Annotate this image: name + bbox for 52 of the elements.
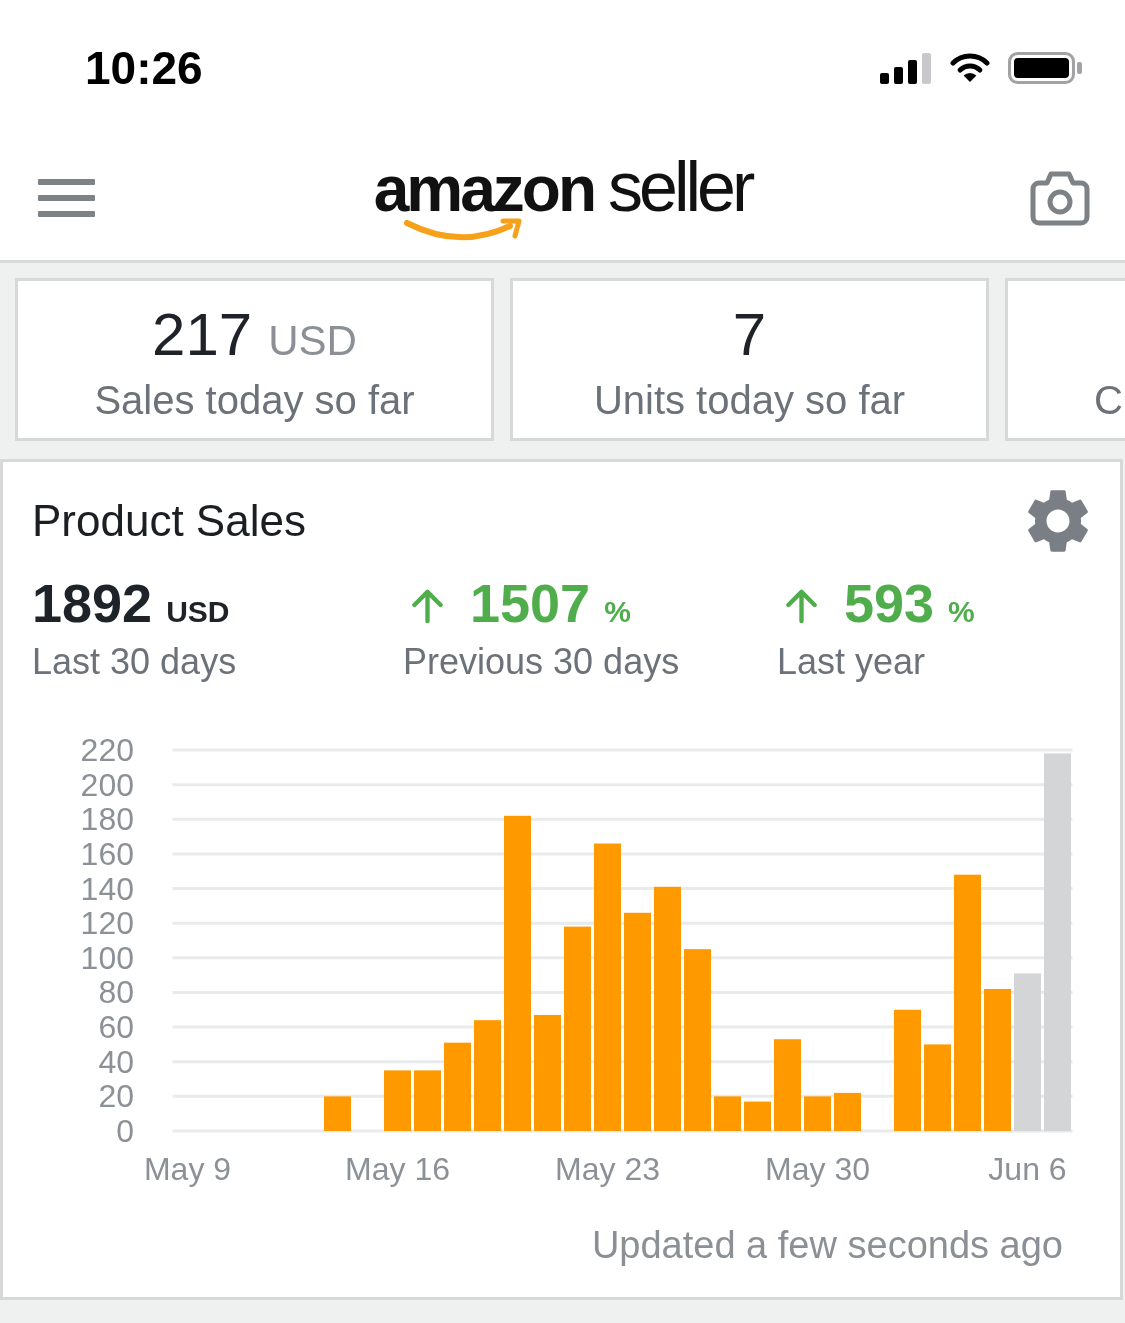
stat-unit: USD [166,594,230,630]
y-axis-label: 20 [98,1078,134,1115]
arrow-up-icon [784,589,819,623]
stat-label: Last 30 days [32,644,237,680]
arrow-up-icon [410,589,445,623]
x-axis-label: May 9 [143,1151,232,1187]
stat-unit: % [604,594,631,630]
chart-bar [324,1096,351,1131]
stat-label: Last year [777,644,926,680]
y-axis-label: 160 [80,835,134,872]
x-axis-label: Jun 6 [988,1151,1067,1187]
logo-brand-text: amazon [373,154,594,224]
y-axis-label: 0 [116,1113,134,1149]
x-axis-label: May 16 [345,1151,450,1187]
x-axis-label: May 30 [765,1151,870,1187]
y-axis-label: 80 [98,974,134,1011]
y-axis-label: 120 [80,905,134,942]
y-axis-label: 200 [80,766,134,803]
stat-value: 1892 [32,576,153,630]
signal-icon [880,52,932,84]
card-value: 217 [152,301,253,368]
updated-text: Updated a few seconds ago [591,1226,1063,1264]
logo-product-text: seller [608,152,752,222]
y-axis-label: 40 [98,1043,134,1080]
stat-value: 1507 [470,576,591,630]
card-label: Units today so far [593,380,906,420]
panel-title: Product Sales [32,499,306,543]
card-label: Sales today so far [94,380,415,420]
battery-icon [1008,52,1082,84]
menu-icon[interactable] [38,179,95,217]
y-axis-label: 220 [80,732,134,768]
camera-icon[interactable] [1030,170,1090,226]
stat-label: Previous 30 days [403,644,680,680]
chart-bar [804,1096,831,1131]
wifi-icon [950,53,990,83]
chart-bar [714,1096,741,1131]
y-axis-label: 100 [80,939,134,976]
card-value: 7 [732,301,767,368]
chart-bar [414,1070,441,1131]
status-time: 10:26 [85,45,203,91]
stat-unit: % [948,594,975,630]
card-label: C [1094,380,1123,420]
chart-bar [834,1092,861,1131]
chart-bar [744,1101,771,1131]
y-axis-label: 60 [98,1009,134,1046]
y-axis-label: 140 [80,870,134,907]
settings-icon[interactable] [1027,490,1089,552]
y-axis-label: 180 [80,801,134,838]
x-axis-label: May 23 [555,1151,660,1187]
chart-bar [384,1070,411,1131]
stat-value: 593 [844,576,935,630]
card-unit: USD [268,317,357,364]
